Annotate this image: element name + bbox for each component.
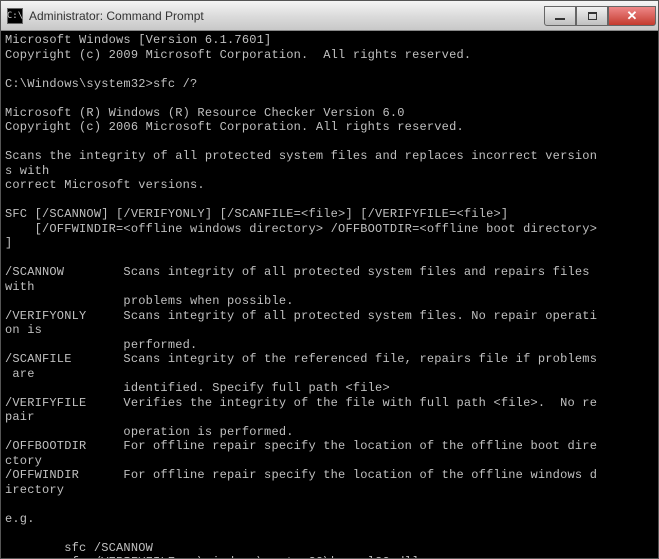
command-prompt-window: C:\ Administrator: Command Prompt ✕ Micr… (0, 0, 659, 559)
maximize-icon (588, 12, 597, 20)
titlebar[interactable]: C:\ Administrator: Command Prompt ✕ (1, 1, 658, 31)
maximize-button[interactable] (576, 6, 608, 26)
window-controls: ✕ (544, 6, 656, 26)
app-icon-label: C:\ (7, 11, 23, 21)
minimize-icon (555, 18, 565, 20)
terminal-output[interactable]: Microsoft Windows [Version 6.1.7601] Cop… (1, 31, 658, 558)
window-title: Administrator: Command Prompt (29, 9, 544, 23)
terminal-text: Microsoft Windows [Version 6.1.7601] Cop… (5, 33, 597, 558)
close-icon: ✕ (627, 8, 638, 24)
minimize-button[interactable] (544, 6, 576, 26)
app-icon: C:\ (7, 8, 23, 24)
close-button[interactable]: ✕ (608, 6, 656, 26)
